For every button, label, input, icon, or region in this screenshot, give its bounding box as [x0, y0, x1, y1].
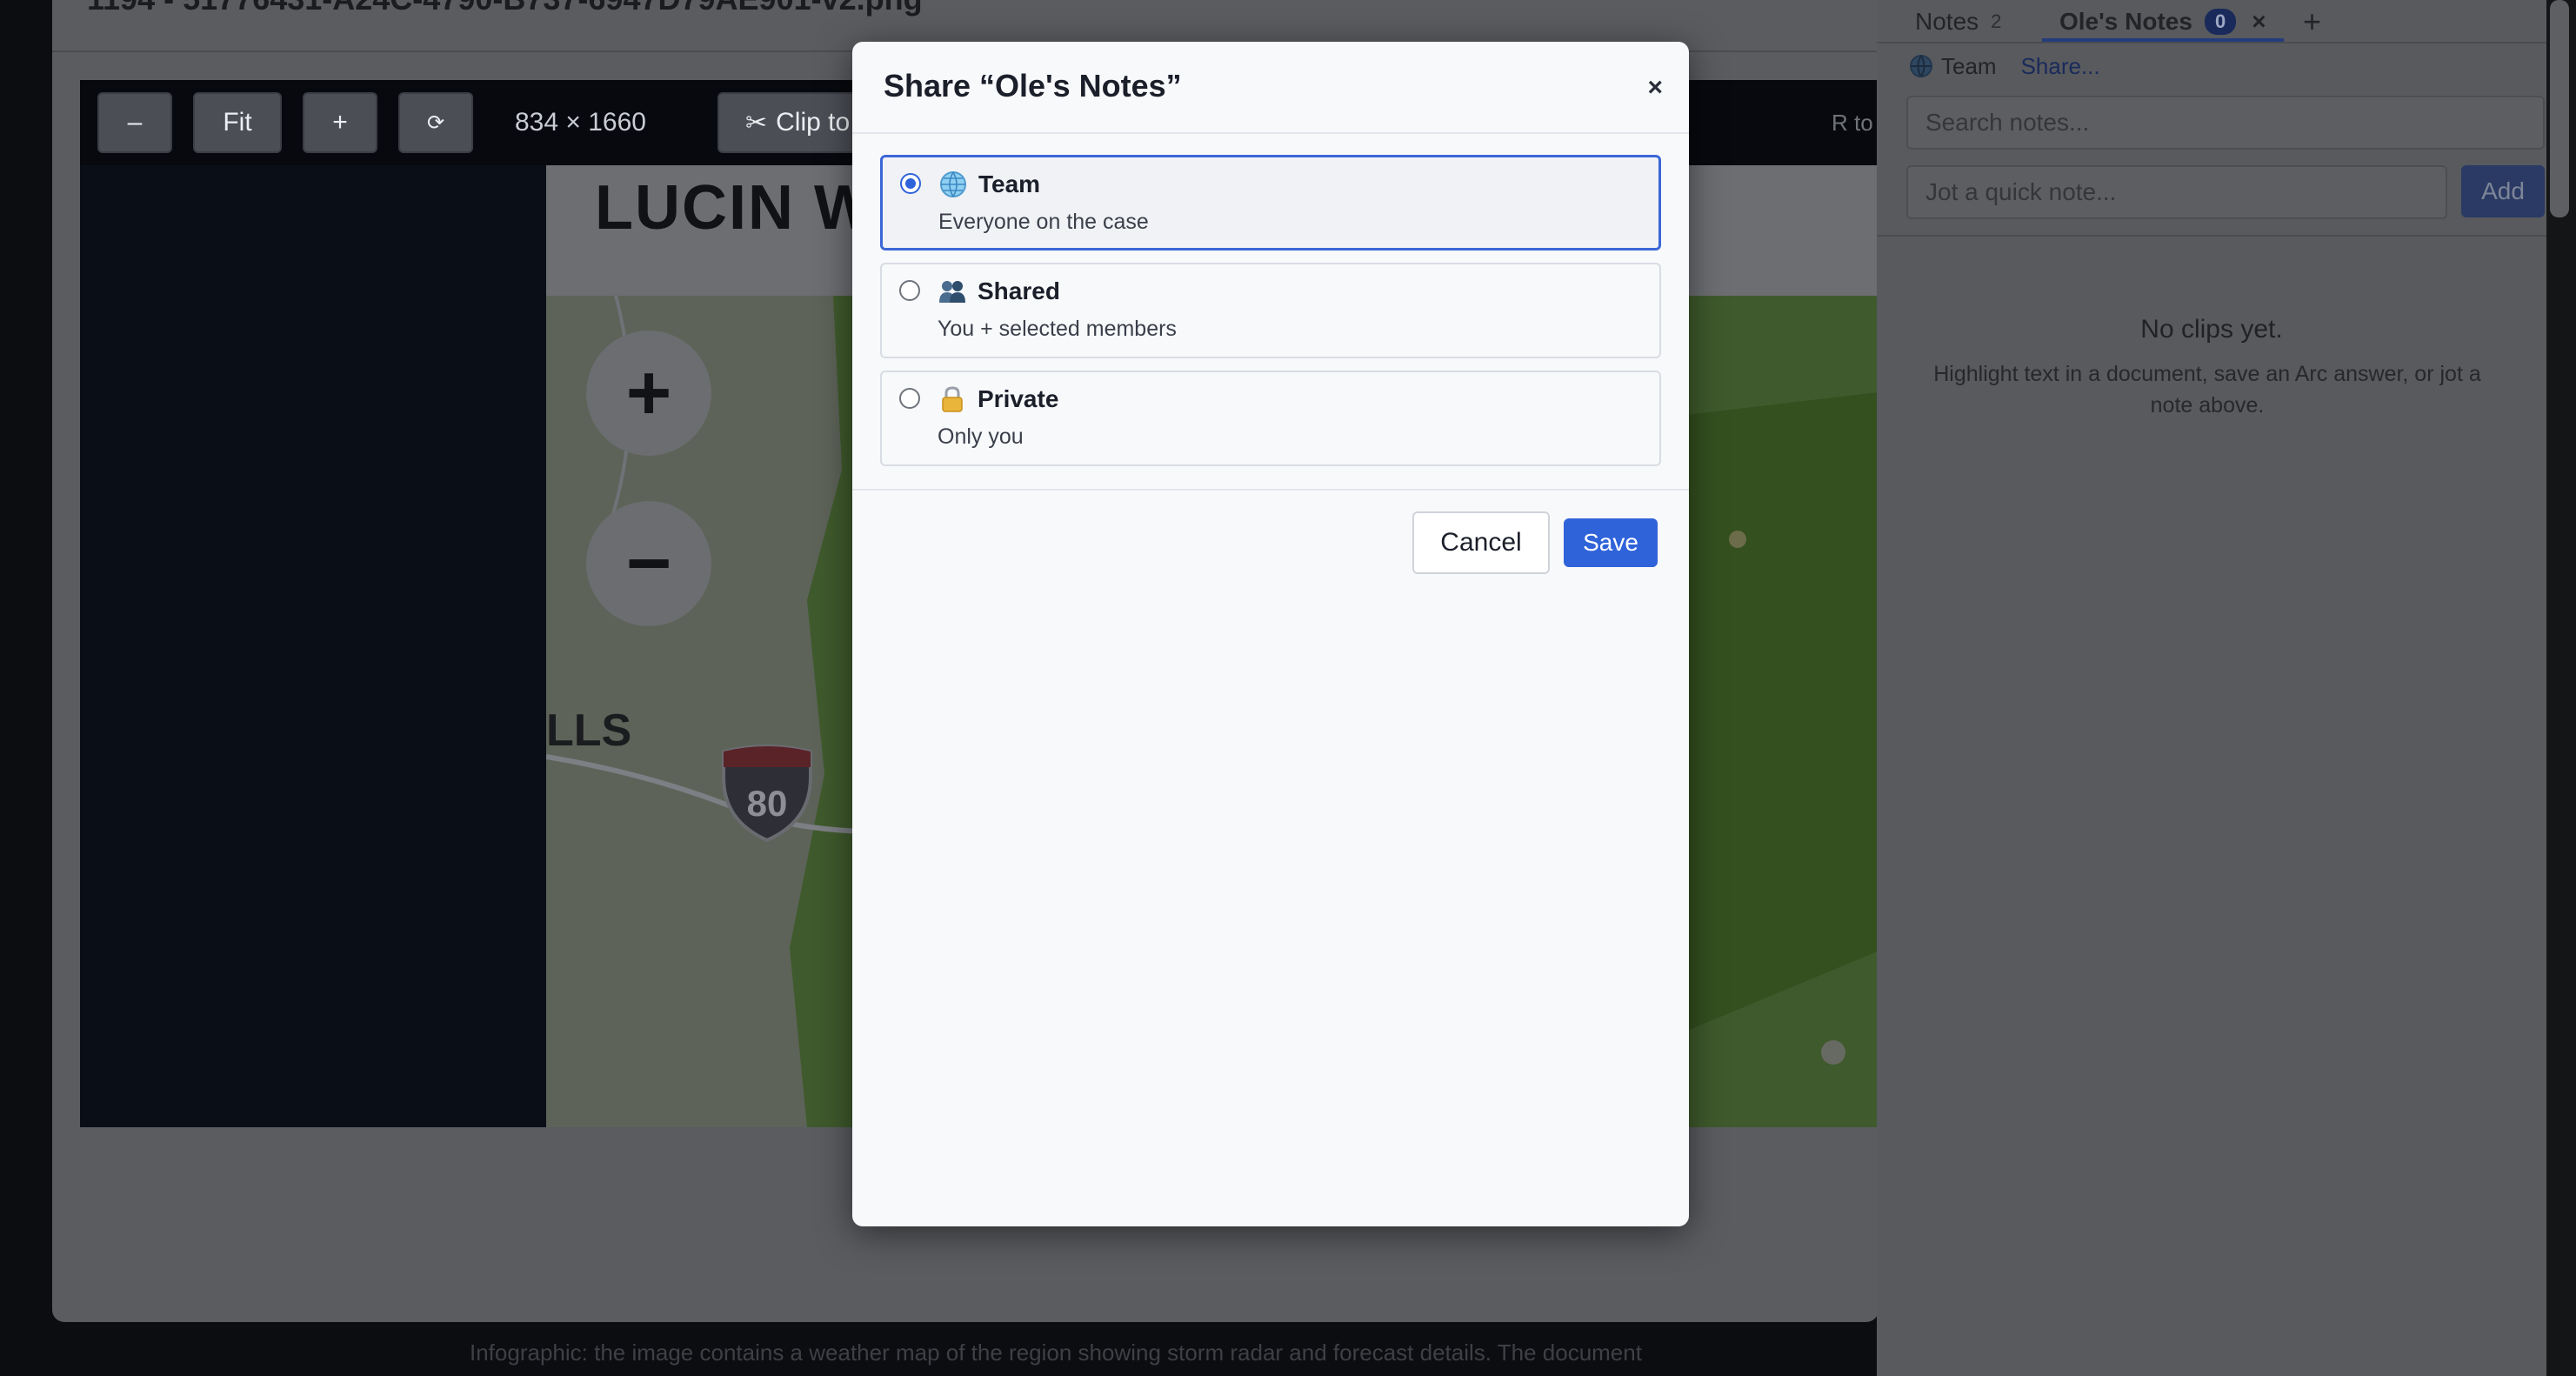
zoom-out-button[interactable]: –	[97, 92, 172, 153]
shared-radio[interactable]	[899, 280, 920, 301]
globe-icon	[938, 170, 968, 199]
cancel-button[interactable]: Cancel	[1412, 511, 1550, 574]
option-description: Only you	[938, 424, 1024, 449]
visibility-row: Team Share...	[1908, 49, 2100, 83]
tab-count: 2	[1991, 10, 2002, 32]
keyboard-hint: R to	[1832, 109, 1873, 136]
fit-button[interactable]: Fit	[193, 92, 282, 153]
tab-label: Notes	[1915, 8, 1979, 35]
tab-notes[interactable]: Notes 2	[1915, 0, 2001, 43]
map-place-label: LLS	[546, 705, 632, 756]
notes-panel: Notes 2 Ole's Notes 0 × + Team Share... …	[1877, 0, 2546, 1376]
option-private-title-row: Private	[938, 384, 1058, 414]
zoom-in-button[interactable]: +	[303, 92, 377, 153]
option-description: You + selected members	[938, 317, 1177, 341]
option-team-title-row: Team	[938, 170, 1040, 199]
interstate-number: 80	[747, 783, 788, 824]
scissors-icon: ✂	[745, 108, 768, 137]
tab-oles-notes[interactable]: Ole's Notes 0 ×	[2059, 0, 2266, 43]
dialog-divider	[852, 489, 1689, 491]
option-title: Team	[978, 170, 1041, 197]
dialog-title: Share “Ole's Notes”	[884, 68, 1182, 104]
visibility-label: Team	[1941, 52, 1997, 79]
lock-icon	[938, 384, 967, 414]
panel-divider	[1877, 235, 2546, 237]
add-note-button[interactable]: Add	[2461, 165, 2545, 217]
team-radio[interactable]	[900, 173, 921, 194]
tab-label: Ole's Notes	[2059, 8, 2192, 35]
add-tab-button[interactable]: +	[2303, 0, 2321, 43]
option-title: Shared	[978, 277, 1060, 304]
interstate-shield-icon: 80	[717, 743, 818, 848]
share-dialog: Share “Ole's Notes” × Team Everyone on t…	[852, 42, 1689, 1226]
reset-button[interactable]: ⟳	[398, 92, 473, 153]
option-shared-title-row: Shared	[938, 277, 1060, 306]
image-caption: Infographic: the image contains a weathe…	[470, 1339, 1642, 1366]
close-tab-icon[interactable]: ×	[2252, 8, 2266, 36]
tab-count-badge: 0	[2204, 9, 2237, 35]
quick-note-input[interactable]: Jot a quick note...	[1906, 165, 2447, 219]
option-team[interactable]: Team Everyone on the case	[880, 155, 1661, 250]
people-icon	[938, 277, 967, 306]
option-private[interactable]: Private Only you	[880, 371, 1661, 466]
dialog-header: Share “Ole's Notes” ×	[852, 42, 1689, 134]
notes-tabs: Notes 2 Ole's Notes 0 × +	[1877, 0, 2546, 43]
share-link[interactable]: Share...	[2021, 53, 2100, 80]
scrollbar-thumb[interactable]	[2550, 0, 2569, 217]
option-description: Everyone on the case	[938, 210, 1149, 234]
empty-state-description: Highlight text in a document, save an Ar…	[1933, 362, 2481, 417]
image-dimensions: 834 × 1660	[515, 108, 646, 137]
active-tab-indicator	[2042, 38, 2284, 42]
save-button[interactable]: Save	[1564, 518, 1658, 567]
private-radio[interactable]	[899, 388, 920, 409]
viewer-title: 1194 - 51776431-A24C-4790-B737-6947D79AE…	[87, 0, 923, 17]
map-zoom-in-control: +	[586, 331, 711, 456]
empty-state-title: No clips yet.	[2140, 315, 2283, 344]
close-icon[interactable]: ×	[1647, 73, 1663, 103]
map-zoom-out-control: −	[586, 501, 711, 626]
search-notes-input[interactable]: Search notes...	[1906, 96, 2545, 150]
option-title: Private	[978, 385, 1059, 412]
globe-icon	[1908, 53, 1934, 79]
option-shared[interactable]: Shared You + selected members	[880, 263, 1661, 358]
